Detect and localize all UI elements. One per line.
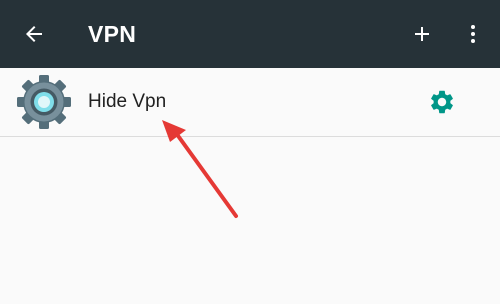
settings-gear-icon	[431, 90, 453, 114]
app-toolbar: VPN	[0, 0, 500, 68]
plus-icon	[415, 27, 429, 41]
back-button[interactable]	[10, 10, 58, 58]
more-options-button[interactable]	[449, 10, 497, 58]
more-vert-icon	[471, 25, 475, 43]
vpn-name-label: Hide Vpn	[88, 91, 167, 112]
add-vpn-button[interactable]	[398, 10, 446, 58]
vpn-list-item[interactable]: Hide Vpn	[0, 68, 500, 137]
vpn-settings-screen: VPN Hide Vpn	[0, 0, 500, 304]
vpn-settings-button[interactable]	[418, 78, 466, 126]
arrow-back-icon	[26, 26, 42, 42]
page-title: VPN	[88, 21, 137, 47]
gear-app-icon	[17, 75, 71, 129]
